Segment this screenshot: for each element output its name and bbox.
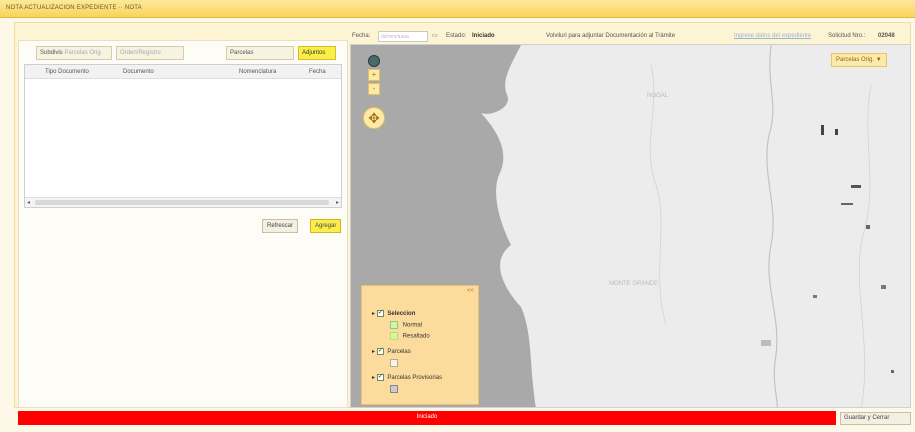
- globe-icon[interactable]: [368, 55, 380, 67]
- grid-body: [25, 79, 341, 197]
- fecha-input[interactable]: dd/mm/aaaa: [378, 31, 428, 42]
- legend-panel: << ▸ Seleccion Normal Resaltado ▸ Parcel…: [361, 285, 479, 405]
- map-feature: [891, 370, 894, 373]
- col-documento[interactable]: Documento: [123, 69, 154, 75]
- map-feature: [821, 125, 824, 135]
- map-feature: [866, 225, 870, 229]
- pan-control-icon[interactable]: ✥: [363, 107, 385, 129]
- chevron-down-icon: ▼: [875, 57, 882, 63]
- fecha-label: Fecha:: [352, 33, 371, 39]
- horizontal-scrollbar[interactable]: ◂ ▸: [25, 197, 341, 207]
- col-nomenclatura[interactable]: Nomenclatura: [239, 69, 276, 75]
- checkbox-icon[interactable]: [376, 308, 384, 317]
- refresh-button[interactable]: Refrescar: [262, 219, 299, 233]
- checkbox-icon[interactable]: [376, 346, 384, 355]
- legend-item-label: Resaltado: [402, 333, 430, 340]
- legend-group-parcelas[interactable]: ▸ Parcelas: [372, 346, 411, 356]
- tab-subdivis[interactable]: Subdivis Parcelas Orig: [36, 46, 112, 60]
- solicitud-value: 02048: [878, 33, 895, 39]
- app-window: NOTA ACTUALIZACION EXPEDIENTE ·· NOTA Su…: [0, 0, 915, 432]
- map-feature: [761, 340, 771, 346]
- save-close-button[interactable]: Guardar y Cerrar: [840, 412, 911, 425]
- tab-label: Parcelas: [230, 50, 254, 56]
- grid-header: Tipo Documento Documento Nomenclatura Fe…: [25, 65, 341, 79]
- expediente-link[interactable]: Ingrese datos del expediente: [734, 33, 811, 39]
- legend-group-label: Parcelas: [387, 349, 411, 356]
- add-button[interactable]: Agregar: [310, 219, 342, 233]
- legend-group-label: Seleccion: [387, 311, 416, 318]
- documents-grid: Tipo Documento Documento Nomenclatura Fe…: [24, 64, 342, 208]
- layer-dropdown-value: Parcelas Orig.: [836, 57, 875, 63]
- status-bar: Iniciado: [18, 411, 836, 425]
- title-bar: NOTA ACTUALIZACION EXPEDIENTE ·· NOTA: [0, 0, 915, 18]
- tab-placeholder: Orden/Registro: [120, 50, 161, 56]
- estado-value: Iniciado: [472, 33, 495, 39]
- layer-dropdown[interactable]: Parcelas Orig. ▼: [831, 53, 887, 67]
- map-view[interactable]: NOGAL MONTE GRANDE + - ✥ Parcelas Orig. …: [350, 44, 911, 408]
- legend-group-label: Parcelas Provisorias: [387, 375, 443, 382]
- place-label-2: MONTE GRANDE: [609, 281, 658, 287]
- tab-label: Subdivis: [40, 50, 63, 56]
- expand-icon[interactable]: ▸: [372, 349, 375, 355]
- map-toolbar: Fecha: dd/mm/aaaa ▭ Estado: Iniciado Vol…: [350, 30, 911, 44]
- checkbox-icon[interactable]: [376, 372, 384, 381]
- map-feature: [841, 203, 853, 205]
- status-text: Iniciado: [416, 414, 438, 420]
- expand-icon[interactable]: ▸: [372, 311, 375, 317]
- zoom-out-button[interactable]: -: [368, 83, 380, 95]
- expand-icon[interactable]: ▸: [372, 375, 375, 381]
- legend-item-normal: Normal: [390, 321, 422, 329]
- legend-item-provisorias: [390, 385, 401, 393]
- window-title: NOTA ACTUALIZACION EXPEDIENTE ·· NOTA: [6, 5, 142, 11]
- tab-adjuntos[interactable]: Adjuntos: [298, 46, 336, 60]
- legend-collapse-icon[interactable]: <<: [467, 288, 474, 294]
- normal-swatch-icon: [390, 321, 398, 329]
- notice-text: Volviluri para adjuntar Documentación al…: [546, 33, 676, 39]
- col-fecha[interactable]: Fecha: [309, 69, 326, 75]
- map-feature: [881, 285, 886, 289]
- map-feature: [835, 129, 838, 135]
- estado-label: Estado:: [446, 33, 467, 39]
- col-tipo-documento[interactable]: Tipo Documento: [45, 69, 89, 75]
- tab-orden[interactable]: Orden/Registro: [116, 46, 184, 60]
- tab-parcelas[interactable]: Parcelas: [226, 46, 294, 60]
- place-label-1: NOGAL: [647, 93, 669, 99]
- legend-item-parcelas: [390, 359, 401, 367]
- tab-strip: Subdivis Parcelas Orig Orden/Registro Pa…: [36, 46, 346, 60]
- provisorias-swatch-icon: [390, 385, 398, 393]
- legend-item-resaltado: Resaltado: [390, 332, 430, 340]
- resaltado-swatch-icon: [390, 332, 398, 340]
- zoom-in-button[interactable]: +: [368, 69, 380, 81]
- tab-label: Adjuntos: [302, 50, 326, 56]
- calendar-icon[interactable]: ▭: [432, 32, 438, 39]
- tab-placeholder: Parcelas Orig: [64, 50, 101, 56]
- solicitud-label: Solicitud Nro.:: [828, 33, 866, 39]
- scroll-left-icon[interactable]: ◂: [27, 199, 30, 206]
- legend-group-provisorias[interactable]: ▸ Parcelas Provisorias: [372, 372, 443, 382]
- legend-group-seleccion[interactable]: ▸ Seleccion: [372, 308, 416, 318]
- map-feature: [813, 295, 817, 298]
- scroll-thumb[interactable]: [35, 200, 329, 205]
- map-feature: [851, 185, 861, 188]
- parcelas-swatch-icon: [390, 359, 398, 367]
- legend-item-label: Normal: [402, 322, 423, 329]
- scroll-right-icon[interactable]: ▸: [336, 199, 339, 206]
